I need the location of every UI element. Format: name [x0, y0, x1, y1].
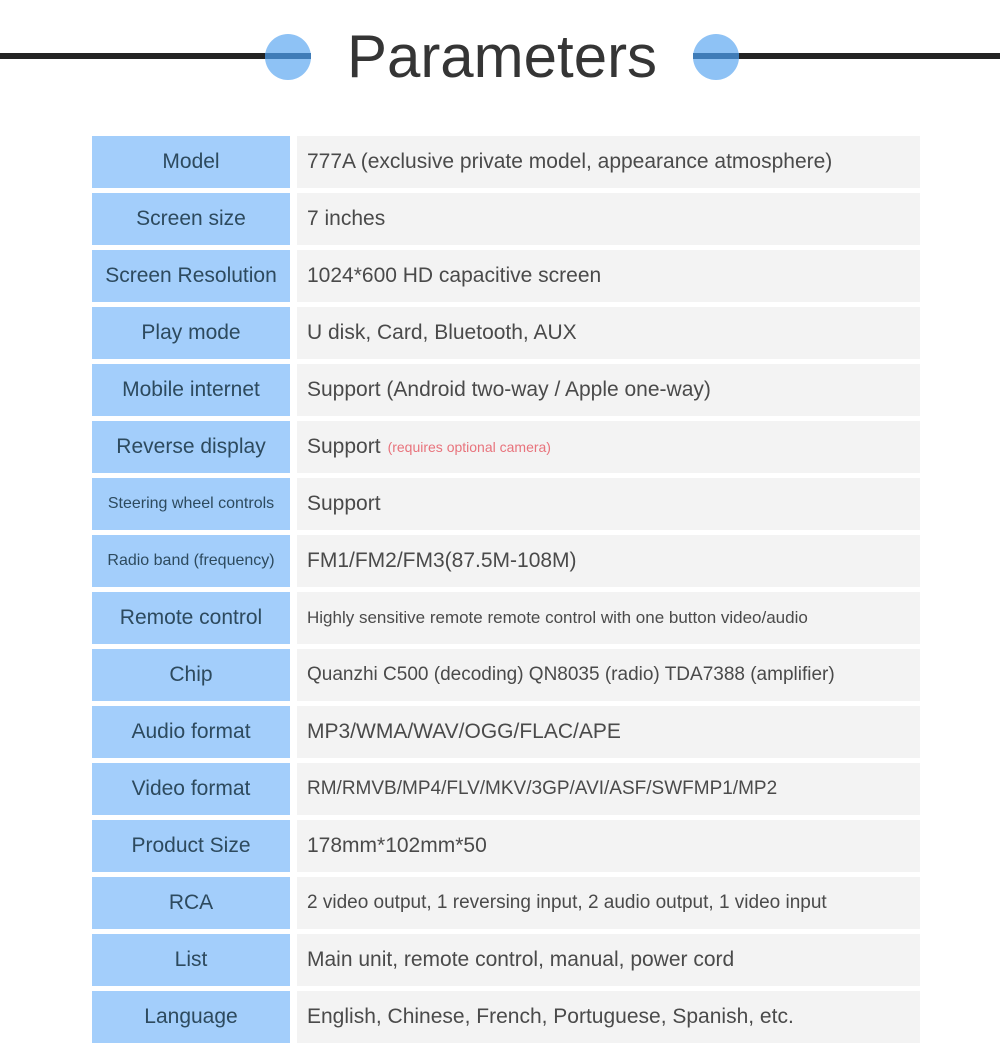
page-header: Parameters [0, 0, 1000, 118]
header-dot-band-left [265, 53, 311, 59]
spec-value-cell: Main unit, remote control, manual, power… [297, 934, 920, 986]
header-dot-band-right [693, 53, 739, 59]
spec-value-cell: 1024*600 HD capacitive screen [297, 250, 920, 302]
spec-label-cell: Remote control [92, 592, 290, 644]
table-row: Play mode U disk, Card, Bluetooth, AUX [92, 307, 920, 359]
spec-value-text: Main unit, remote control, manual, power… [307, 947, 735, 971]
spec-label-cell: Play mode [92, 307, 290, 359]
spec-label-cell: Product Size [92, 820, 290, 872]
spec-label-cell: Video format [92, 763, 290, 815]
spec-value-note: (requires optional camera) [387, 438, 551, 455]
header-decor-dot-right [693, 34, 739, 80]
spec-label-cell: Screen Resolution [92, 250, 290, 302]
spec-label-cell: Radio band (frequency) [92, 535, 290, 587]
spec-value-cell: Support [297, 478, 920, 530]
spec-value-text: Quanzhi C500 (decoding) QN8035 (radio) T… [307, 664, 835, 686]
spec-label-cell: Steering wheel controls [92, 478, 290, 530]
spec-value-cell: English, Chinese, French, Portuguese, Sp… [297, 991, 920, 1043]
spec-value-cell: 777A (exclusive private model, appearanc… [297, 136, 920, 188]
table-row: Chip Quanzhi C500 (decoding) QN8035 (radi… [92, 649, 920, 701]
spec-value-text: U disk, Card, Bluetooth, AUX [307, 320, 577, 344]
specifications-table: Model 777A (exclusive private model, appe… [92, 136, 920, 1048]
table-row: Screen Resolution 1024*600 HD capacitive … [92, 250, 920, 302]
table-row: Radio band (frequency) FM1/FM2/FM3(87.5M-… [92, 535, 920, 587]
spec-value-cell: MP3/WMA/WAV/OGG/FLAC/APE [297, 706, 920, 758]
table-row: Remote control Highly sensitive remote re… [92, 592, 920, 644]
spec-value-text: English, Chinese, French, Portuguese, Sp… [307, 1004, 794, 1028]
spec-label-cell: Mobile internet [92, 364, 290, 416]
spec-value-cell: U disk, Card, Bluetooth, AUX [297, 307, 920, 359]
spec-value-cell: Quanzhi C500 (decoding) QN8035 (radio) T… [297, 649, 920, 701]
spec-value-text: FM1/FM2/FM3(87.5M-108M) [307, 548, 577, 572]
spec-value-cell: Support (requires optional camera) [297, 421, 920, 473]
spec-value-text: MP3/WMA/WAV/OGG/FLAC/APE [307, 719, 621, 743]
spec-value-text: 7 inches [307, 206, 386, 230]
table-row: Model 777A (exclusive private model, appe… [92, 136, 920, 188]
spec-value-cell: 178mm*102mm*50 [297, 820, 920, 872]
table-row: Mobile internet Support (Android two-way … [92, 364, 920, 416]
spec-value-cell: 7 inches [297, 193, 920, 245]
table-row: Reverse display Support (requires optional… [92, 421, 920, 473]
spec-value-text: Support [307, 434, 381, 458]
spec-value-text: 178mm*102mm*50 [307, 833, 487, 857]
spec-label-cell: Chip [92, 649, 290, 701]
spec-label-cell: Model [92, 136, 290, 188]
spec-value-cell: Support (Android two-way / Apple one-way… [297, 364, 920, 416]
spec-value-text: 1024*600 HD capacitive screen [307, 263, 602, 287]
spec-label-cell: Screen size [92, 193, 290, 245]
header-decor-dot-left [265, 34, 311, 80]
spec-value-text: 2 video output, 1 reversing input, 2 aud… [307, 892, 827, 914]
table-row: Language English, Chinese, French, Portug… [92, 991, 920, 1043]
table-row: Audio format MP3/WMA/WAV/OGG/FLAC/APE [92, 706, 920, 758]
spec-value-text: Support (Android two-way / Apple one-way… [307, 377, 711, 401]
page-title-container: Parameters [311, 12, 693, 102]
spec-value-cell: RM/RMVB/MP4/FLV/MKV/3GP/AVI/ASF/SWFMP1/M… [297, 763, 920, 815]
spec-value-cell: Highly sensitive remote remote control w… [297, 592, 920, 644]
spec-label-cell: Audio format [92, 706, 290, 758]
spec-label-cell: Reverse display [92, 421, 290, 473]
spec-label-cell: Language [92, 991, 290, 1043]
spec-value-text: 777A (exclusive private model, appearanc… [307, 149, 833, 173]
table-row: RCA 2 video output, 1 reversing input, 2 … [92, 877, 920, 929]
table-row: List Main unit, remote control, manual, p… [92, 934, 920, 986]
table-row: Screen size 7 inches [92, 193, 920, 245]
page-title: Parameters [346, 23, 658, 90]
spec-value-cell: FM1/FM2/FM3(87.5M-108M) [297, 535, 920, 587]
table-row: Steering wheel controls Support [92, 478, 920, 530]
spec-label-cell: List [92, 934, 290, 986]
spec-value-text: RM/RMVB/MP4/FLV/MKV/3GP/AVI/ASF/SWFMP1/M… [307, 778, 778, 800]
spec-value-text: Support [307, 491, 381, 515]
spec-value-cell: 2 video output, 1 reversing input, 2 aud… [297, 877, 920, 929]
table-row: Product Size 178mm*102mm*50 [92, 820, 920, 872]
spec-value-text: Highly sensitive remote remote control w… [307, 608, 808, 628]
table-row: Video format RM/RMVB/MP4/FLV/MKV/3GP/AVI/… [92, 763, 920, 815]
spec-label-cell: RCA [92, 877, 290, 929]
